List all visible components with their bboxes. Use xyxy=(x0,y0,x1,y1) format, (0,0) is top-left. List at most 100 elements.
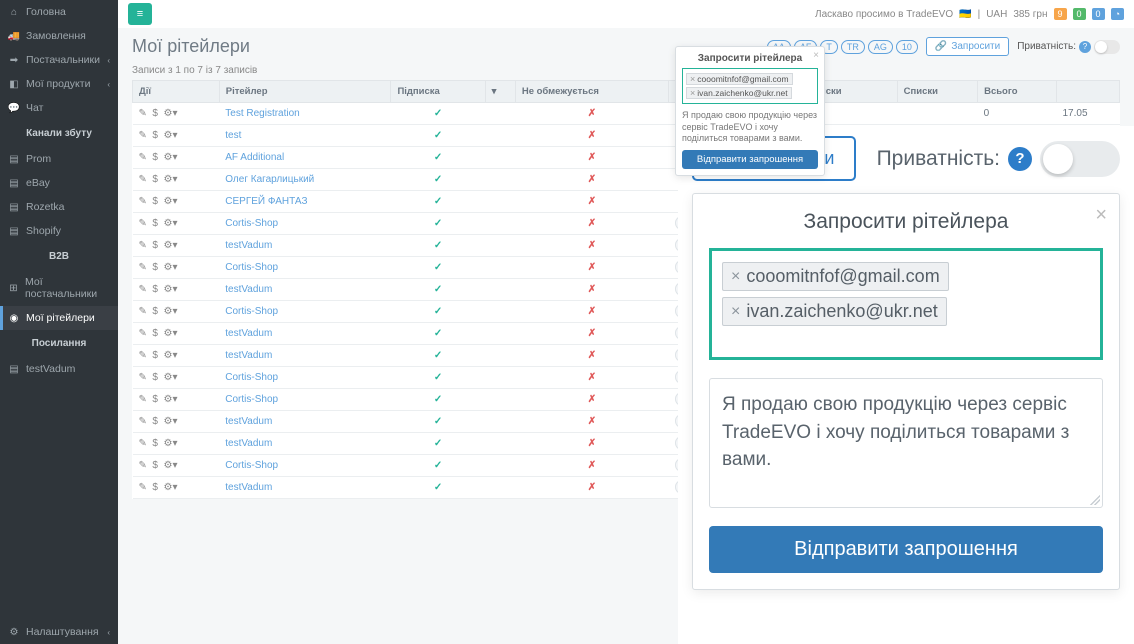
email-input-large[interactable]: ×cooomitnfof@gmail.com ×ivan.zaichenko@u… xyxy=(709,248,1103,360)
retailer-link[interactable]: Cortis-Shop xyxy=(225,372,278,383)
sidebar-item[interactable]: ➡Постачальники‹ xyxy=(0,48,118,72)
sidebar-item[interactable]: 💬Чат xyxy=(0,96,118,120)
retailer-link[interactable]: Cortis-Shop xyxy=(225,262,278,273)
remove-icon[interactable]: × xyxy=(731,268,740,286)
send-button-large[interactable]: Відправити запрошення xyxy=(709,526,1103,573)
nav-icon: 💬 xyxy=(8,102,20,114)
retailer-link[interactable]: testVadum xyxy=(225,328,272,339)
row-actions[interactable]: ✎ $ ⚙▾ xyxy=(139,460,214,471)
remove-icon[interactable]: × xyxy=(731,303,740,321)
close-icon[interactable]: × xyxy=(1095,204,1107,227)
row-actions[interactable]: ✎ $ ⚙▾ xyxy=(139,482,214,493)
retailer-link[interactable]: Олег Кагарлицький xyxy=(225,174,314,185)
nav-icon: ➡ xyxy=(8,54,20,66)
row-actions[interactable]: ✎ $ ⚙▾ xyxy=(139,394,214,405)
cross-icon: ✗ xyxy=(588,130,596,141)
row-actions[interactable]: ✎ $ ⚙▾ xyxy=(139,130,214,141)
column-header[interactable]: Підписка xyxy=(391,81,485,103)
column-header[interactable] xyxy=(1056,81,1119,103)
column-header[interactable]: Дії xyxy=(133,81,220,103)
row-actions[interactable]: ✎ $ ⚙▾ xyxy=(139,328,214,339)
row-actions[interactable]: ✎ $ ⚙▾ xyxy=(139,372,214,383)
retailer-link[interactable]: testVadum xyxy=(225,482,272,493)
sidebar-item[interactable]: ◧Мої продукти‹ xyxy=(0,72,118,96)
sidebar-item[interactable]: ▤Shopify xyxy=(0,219,118,243)
sidebar-label: Prom xyxy=(26,153,51,165)
cross-icon: ✗ xyxy=(588,350,596,361)
privacy-toggle[interactable] xyxy=(1094,40,1120,54)
retailer-link[interactable]: testVadum xyxy=(225,438,272,449)
retailer-link[interactable]: Test Registration xyxy=(225,108,299,119)
sidebar-item[interactable]: ▤testVadum xyxy=(0,357,118,381)
menu-toggle[interactable]: ≡ xyxy=(128,3,152,25)
row-actions[interactable]: ✎ $ ⚙▾ xyxy=(139,284,214,295)
resize-handle[interactable] xyxy=(1090,495,1100,505)
cross-icon: ✗ xyxy=(588,218,596,229)
sidebar-item[interactable]: ▤Rozetka xyxy=(0,195,118,219)
row-actions[interactable]: ✎ $ ⚙▾ xyxy=(139,240,214,251)
sidebar-label: Shopify xyxy=(26,225,61,237)
check-icon: ✓ xyxy=(434,482,442,493)
column-header[interactable]: Всього xyxy=(978,81,1057,103)
retailer-link[interactable]: СЕРГЕЙ ФАНТАЗ xyxy=(225,196,307,207)
row-actions[interactable]: ✎ $ ⚙▾ xyxy=(139,108,214,119)
check-icon: ✓ xyxy=(434,152,442,163)
sidebar-item[interactable]: ⊞Мої постачальники xyxy=(0,270,118,306)
sidebar-item[interactable]: 🚚Замовлення xyxy=(0,24,118,48)
nav-icon: 🚚 xyxy=(8,30,20,42)
retailer-link[interactable]: testVadum xyxy=(225,416,272,427)
retailer-link[interactable]: Cortis-Shop xyxy=(225,460,278,471)
filter-chip[interactable]: TR xyxy=(841,40,865,54)
notif-badge[interactable]: 9 xyxy=(1054,8,1067,20)
invite-modal-small: × Запросити рітейлера ×cooomitnfof@gmail… xyxy=(675,46,825,176)
row-actions[interactable]: ✎ $ ⚙▾ xyxy=(139,174,214,185)
retailer-link[interactable]: Cortis-Shop xyxy=(225,218,278,229)
filter-chip[interactable]: AG xyxy=(868,40,893,54)
retailer-link[interactable]: Cortis-Shop xyxy=(225,394,278,405)
retailer-link[interactable]: Cortis-Shop xyxy=(225,306,278,317)
row-actions[interactable]: ✎ $ ⚙▾ xyxy=(139,350,214,361)
column-header[interactable]: Не обмежується xyxy=(515,81,668,103)
send-button[interactable]: Відправити запрошення xyxy=(682,150,818,169)
retailer-link[interactable]: testVadum xyxy=(225,284,272,295)
invite-button[interactable]: 🔗 Запросити xyxy=(926,37,1009,56)
retailer-link[interactable]: testVadum xyxy=(225,350,272,361)
notif-badge[interactable]: 0 xyxy=(1073,8,1086,20)
sidebar-item[interactable]: ▤eBay xyxy=(0,171,118,195)
filter-chip[interactable]: 10 xyxy=(896,40,918,54)
remove-icon[interactable]: × xyxy=(690,88,695,98)
sidebar-item[interactable]: ▤Prom xyxy=(0,147,118,171)
modal-title: Запросити рітейлера xyxy=(709,210,1103,248)
row-actions[interactable]: ✎ $ ⚙▾ xyxy=(139,152,214,163)
column-header[interactable]: ▾ xyxy=(485,81,515,103)
row-actions[interactable]: ✎ $ ⚙▾ xyxy=(139,218,214,229)
user-icon[interactable]: ◔ xyxy=(1111,8,1124,20)
sidebar-item-settings[interactable]: ⚙ Налаштування ‹ xyxy=(0,620,118,644)
column-header[interactable]: Рітейлер xyxy=(219,81,391,103)
row-actions[interactable]: ✎ $ ⚙▾ xyxy=(139,262,214,273)
retailer-link[interactable]: test xyxy=(225,130,241,141)
retailer-link[interactable]: AF Additional xyxy=(225,152,284,163)
row-actions[interactable]: ✎ $ ⚙▾ xyxy=(139,306,214,317)
retailer-link[interactable]: testVadum xyxy=(225,240,272,251)
sidebar-item[interactable]: ◉Мої рітейлери xyxy=(0,306,118,330)
row-actions[interactable]: ✎ $ ⚙▾ xyxy=(139,438,214,449)
notif-badge[interactable]: 0 xyxy=(1092,8,1105,20)
sidebar-label: testVadum xyxy=(26,363,75,375)
privacy-toggle-large[interactable] xyxy=(1040,141,1120,177)
email-input[interactable]: ×cooomitnfof@gmail.com ×ivan.zaichenko@u… xyxy=(682,68,818,104)
sidebar-item[interactable]: ⌂Головна xyxy=(0,0,118,24)
page-title: Мої рітейлери xyxy=(132,36,250,57)
remove-icon[interactable]: × xyxy=(690,74,695,84)
help-icon[interactable]: ? xyxy=(1008,147,1032,171)
nav-icon: ⌂ xyxy=(8,6,20,18)
close-icon[interactable]: × xyxy=(813,50,819,61)
row-actions[interactable]: ✎ $ ⚙▾ xyxy=(139,416,214,427)
message-textarea[interactable]: Я продаю свою продукцію через сервіс Tra… xyxy=(709,378,1103,508)
help-icon[interactable]: ? xyxy=(1079,41,1091,53)
cross-icon: ✗ xyxy=(588,416,596,427)
row-actions[interactable]: ✎ $ ⚙▾ xyxy=(139,196,214,207)
column-header[interactable]: Списки xyxy=(897,81,977,103)
currency: UAH xyxy=(986,9,1007,20)
cross-icon: ✗ xyxy=(588,372,596,383)
